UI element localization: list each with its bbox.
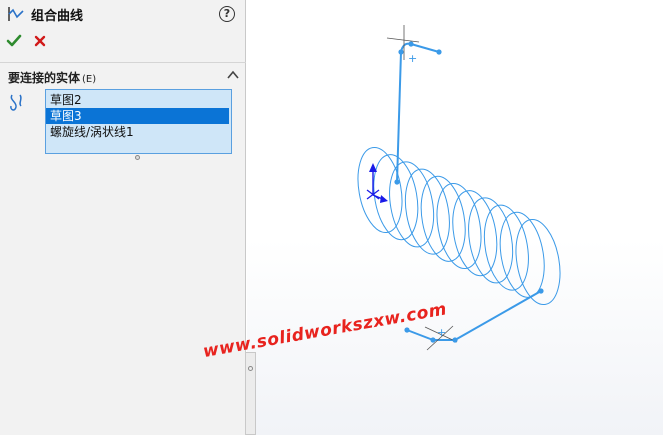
list-item-sketch3[interactable]: 草图3 — [46, 108, 229, 124]
list-item-sketch2[interactable]: 草图2 — [46, 92, 229, 108]
helix-coil — [404, 168, 450, 255]
entities-group-header[interactable]: 要连接的实体 (E) — [0, 64, 246, 86]
property-manager-panel: 组合曲线 ? 要连接的实体 (E) 草图2 草图3 螺旋线/涡状线1 — [0, 0, 246, 435]
helix-coil — [515, 218, 561, 306]
help-button[interactable]: ? — [219, 6, 235, 22]
group-title: 要连接的实体 (E) — [8, 69, 96, 86]
panel-title-row: 组合曲线 ? — [0, 0, 246, 28]
helix-spiral[interactable] — [352, 144, 566, 308]
chevron-up-icon[interactable] — [227, 70, 239, 80]
helix-coil — [452, 190, 498, 277]
sketch-upper[interactable] — [396, 42, 440, 183]
svg-text:+: + — [408, 52, 417, 65]
composite-curve-icon — [8, 7, 24, 21]
list-item-helix1[interactable]: 螺旋线/涡状线1 — [46, 124, 229, 140]
splitter-grip[interactable] — [248, 366, 253, 371]
svg-text:+: + — [437, 326, 446, 339]
helix-coil — [468, 197, 514, 284]
helix-coil — [389, 161, 435, 248]
curve-entity-icon — [10, 94, 22, 111]
helix-coil — [499, 211, 545, 298]
group-title-text: 要连接的实体 — [8, 71, 81, 85]
section-divider — [0, 62, 246, 63]
listbox-resize-handle[interactable] — [135, 155, 140, 160]
helix-coil — [436, 182, 482, 270]
cancel-x-icon[interactable] — [32, 33, 48, 49]
helix-coil — [357, 146, 403, 234]
panel-title: 组合曲线 — [31, 9, 84, 24]
model-drawing[interactable]: + + — [247, 0, 663, 435]
panel-splitter[interactable] — [246, 352, 256, 435]
ok-checkmark-icon[interactable] — [6, 33, 22, 49]
coordinate-triad-icon — [366, 163, 388, 203]
helix-coil — [483, 204, 529, 291]
entities-listbox[interactable]: 草图2 草图3 螺旋线/涡状线1 — [45, 89, 232, 154]
helix-coil — [420, 175, 466, 262]
graphics-viewport[interactable]: + + — [247, 0, 663, 435]
group-shortcut: (E) — [82, 74, 97, 85]
